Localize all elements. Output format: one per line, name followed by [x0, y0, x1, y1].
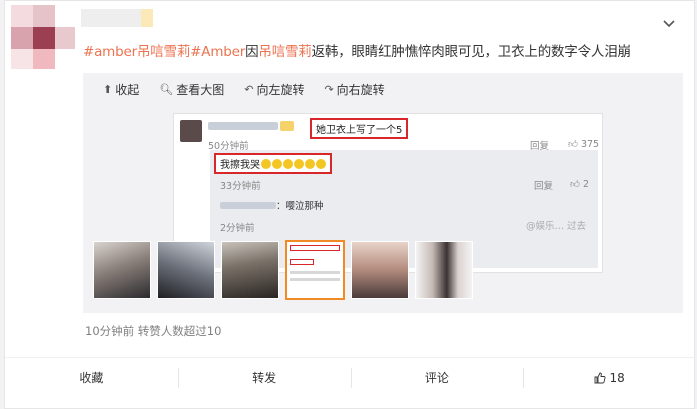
rotate-left-button[interactable]: ↶ 向左旋转	[244, 81, 304, 98]
comment-button[interactable]: 评论	[350, 358, 524, 397]
thumbnail-4-selected[interactable]	[285, 240, 345, 300]
rotate-left-icon: ↶	[244, 83, 254, 96]
highlighted-reply: 我擦我哭	[214, 153, 332, 174]
collapse-icon: ⬆	[103, 83, 113, 96]
highlighted-comment: 她卫衣上写了一个5	[310, 118, 409, 139]
action-bar: 收藏 转发 评论 18	[5, 357, 696, 397]
view-large-button[interactable]: 🔍︎ 查看大图	[159, 81, 224, 98]
post-text: #amber吊唁雪莉#Amber因吊唁雪莉返韩，眼睛红肿憔悴肉眼可见，卫衣上的数…	[83, 44, 631, 60]
hashtag-link[interactable]: #amber吊唁雪莉#	[83, 44, 201, 60]
post-meta: 10分钟前 转赞人数超过10	[85, 324, 222, 338]
thumbnail-3[interactable]	[221, 241, 279, 299]
thumbnail-6[interactable]	[415, 241, 473, 299]
collapse-button[interactable]: ⬆ 收起	[103, 81, 139, 98]
search-icon: 🔍︎	[159, 83, 174, 96]
highlight-link[interactable]: 吊唁雪莉	[258, 44, 311, 60]
mention-link[interactable]: Amber	[201, 44, 245, 60]
media-viewer: ⬆ 收起 🔍︎ 查看大图 ↶ 向左旋转 ↷ 向右旋转 她卫衣上写了一个5 50分钟前 回…	[83, 73, 683, 313]
avatar[interactable]	[11, 5, 153, 69]
rotate-right-icon: ↷	[324, 83, 334, 96]
thumbnail-1[interactable]	[93, 241, 151, 299]
thumbnail-5[interactable]	[351, 241, 409, 299]
favorite-button[interactable]: 收藏	[5, 358, 178, 397]
watermark: @娱乐… 过去	[526, 221, 587, 232]
commenter-avatar	[180, 120, 202, 142]
thumbnail-2[interactable]	[157, 241, 215, 299]
weibo-card: #amber吊唁雪莉#Amber因吊唁雪莉返韩，眼睛红肿憔悴肉眼可见，卫衣上的数…	[4, 0, 696, 409]
like-count: 18	[609, 370, 625, 385]
chevron-down-icon[interactable]	[662, 17, 676, 31]
thumbs-up-icon	[595, 372, 606, 383]
repost-button[interactable]: 转发	[177, 358, 351, 397]
like-button[interactable]: 18	[523, 358, 696, 397]
like-count: 👍︎ 375	[568, 139, 600, 150]
media-toolbar: ⬆ 收起 🔍︎ 查看大图 ↶ 向左旋转 ↷ 向右旋转	[103, 81, 385, 98]
rotate-right-button[interactable]: ↷ 向右旋转	[324, 81, 384, 98]
